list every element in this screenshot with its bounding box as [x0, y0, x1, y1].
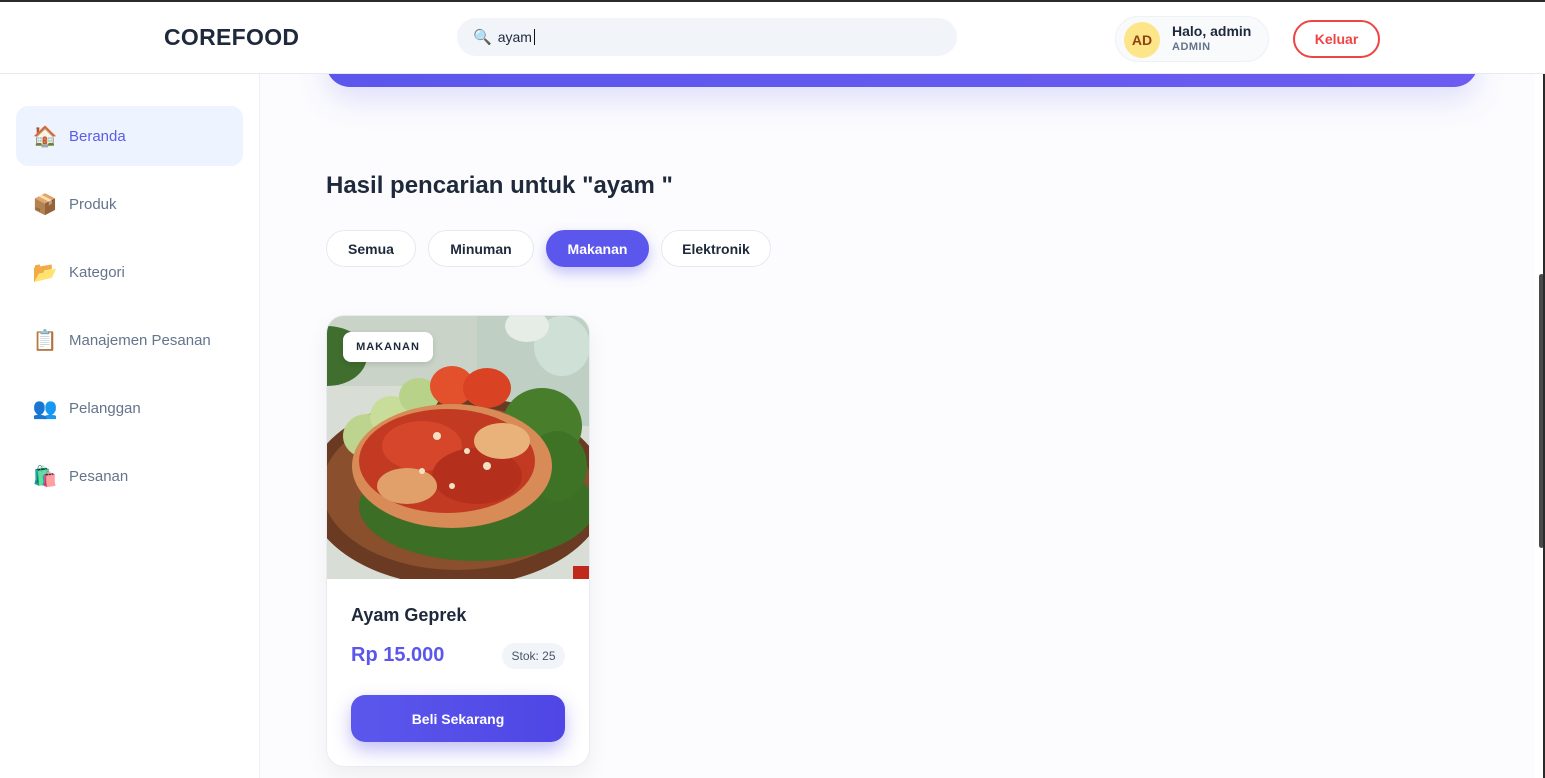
product-name[interactable]: Ayam Geprek	[351, 605, 466, 626]
sidebar-item-beranda[interactable]: 🏠 Beranda	[16, 106, 243, 166]
sidebar-item-label: Manajemen Pesanan	[69, 331, 211, 349]
product-card[interactable]: MAKANAN Ayam Geprek Rp 15.000 Stok: 25 B…	[326, 315, 590, 767]
sidebar-item-label: Produk	[69, 195, 117, 213]
sidebar-item-label: Kategori	[69, 263, 125, 281]
sidebar-item-pesanan[interactable]: 🛍️ Pesanan	[16, 446, 243, 506]
users-icon: 👥	[32, 397, 58, 420]
shopping-bags-icon: 🛍️	[32, 465, 58, 488]
stock-badge: Stok: 25	[502, 643, 565, 669]
search-input[interactable]: ayam	[498, 29, 532, 45]
avatar: AD	[1124, 22, 1160, 58]
brand-logo[interactable]: COREFOOD	[164, 24, 299, 51]
filter-chip-minuman[interactable]: Minuman	[428, 230, 534, 267]
filter-chip-elektronik[interactable]: Elektronik	[661, 230, 771, 267]
buy-now-button[interactable]: Beli Sekarang	[351, 695, 565, 742]
home-icon: 🏠	[32, 125, 58, 148]
product-price: Rp 15.000	[351, 644, 445, 666]
search-bar[interactable]: 🔍 ayam	[457, 18, 957, 56]
user-profile[interactable]: AD Halo, admin ADMIN	[1115, 16, 1269, 62]
sidebar-item-produk[interactable]: 📦 Produk	[16, 174, 243, 234]
sidebar-item-kategori[interactable]: 📂 Kategori	[16, 242, 243, 302]
sidebar-item-label: Beranda	[69, 127, 126, 145]
sidebar-item-label: Pesanan	[69, 467, 129, 485]
sidebar: 🏠 Beranda 📦 Produk 📂 Kategori 📋 Manajeme…	[0, 74, 260, 778]
top-header: COREFOOD 🔍 ayam AD Halo, admin ADMIN Kel…	[0, 2, 1545, 74]
user-role: ADMIN	[1172, 41, 1211, 53]
sidebar-item-label: Pelanggan	[69, 399, 141, 417]
search-icon: 🔍	[473, 29, 492, 46]
user-greeting: Halo, admin	[1172, 23, 1252, 39]
sidebar-item-manajemen-pesanan[interactable]: 📋 Manajemen Pesanan	[16, 310, 243, 370]
folder-icon: 📂	[32, 261, 58, 284]
text-cursor	[533, 29, 535, 45]
clipboard-icon: 📋	[32, 329, 58, 352]
sidebar-item-pelanggan[interactable]: 👥 Pelanggan	[16, 378, 243, 438]
logout-button[interactable]: Keluar	[1293, 20, 1380, 58]
package-icon: 📦	[32, 193, 58, 216]
filter-chip-makanan[interactable]: Makanan	[546, 230, 649, 267]
filter-chip-semua[interactable]: Semua	[326, 230, 416, 267]
category-badge: MAKANAN	[343, 332, 433, 362]
page-title: Hasil pencarian untuk "ayam "	[326, 172, 673, 199]
